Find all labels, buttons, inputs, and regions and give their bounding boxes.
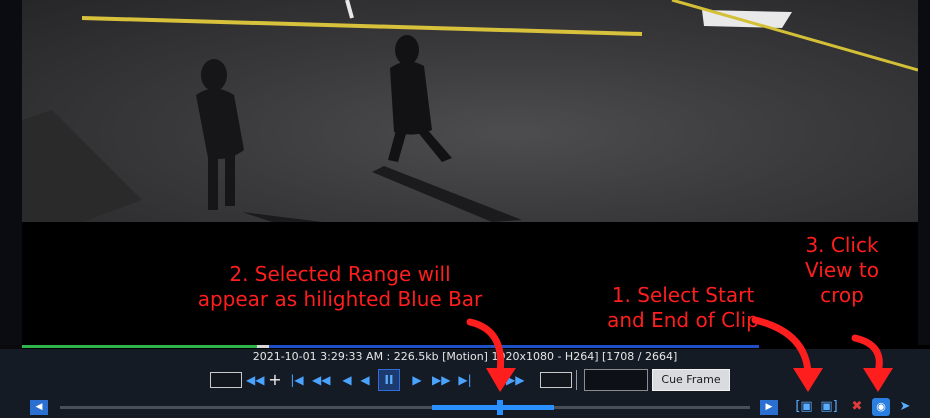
- yellow-curb-line: [671, 0, 918, 72]
- person-left: [196, 59, 244, 210]
- annotation-line: 1. Select Start: [611, 283, 755, 307]
- annotation-line: 2. Selected Range will: [229, 262, 451, 286]
- fast-forward-icon[interactable]: ▶▶: [432, 369, 450, 391]
- timeline-forward-button[interactable]: ▶: [760, 400, 778, 415]
- fast-rewind-icon[interactable]: ◀◀: [312, 369, 330, 391]
- annotation-line: appear as hilighted Blue Bar: [197, 287, 483, 311]
- left-frame-edge: [0, 0, 22, 345]
- progress-marker: [257, 345, 269, 348]
- forward-icon[interactable]: ▶▶: [506, 369, 524, 391]
- speed-box[interactable]: [210, 372, 242, 388]
- selected-range-bar[interactable]: [432, 405, 554, 410]
- clear-icon[interactable]: ✖: [848, 398, 866, 416]
- control-divider: [576, 370, 577, 390]
- annotation-line: View to: [805, 258, 879, 282]
- skip-start-icon[interactable]: |◀: [288, 369, 306, 391]
- rewind-icon[interactable]: ◀◀: [246, 369, 264, 391]
- chevron-left-icon: ◀: [35, 402, 43, 412]
- playback-controls-panel: 2021-10-01 3:29:33 AM : 226.5kb [Motion]…: [0, 349, 930, 418]
- cue-frame-input[interactable]: [584, 369, 648, 391]
- progress-buffered-segment: [269, 345, 759, 348]
- annotation-select-clip: 1. Select Start and End of Clip: [578, 283, 788, 333]
- annotation-line: crop: [820, 283, 864, 307]
- chevron-right-icon: ▶: [765, 402, 773, 412]
- yellow-road-line: [81, 16, 643, 36]
- frame-status-text: 2021-10-01 3:29:33 AM : 226.5kb [Motion]…: [252, 350, 678, 363]
- clip-start-icon[interactable]: [▣: [795, 398, 813, 416]
- pause-icon: II: [384, 373, 394, 387]
- eye-icon[interactable]: ◉: [872, 398, 890, 416]
- shadow-left: [242, 212, 322, 222]
- timeline-back-button[interactable]: ◀: [30, 400, 48, 415]
- progress-played-segment: [22, 345, 257, 348]
- annotation-line: 3. Click: [805, 233, 879, 257]
- annotation-click-view: 3. Click View to crop: [782, 233, 902, 308]
- pause-button[interactable]: II: [378, 369, 400, 391]
- plus-icon[interactable]: +: [266, 369, 284, 391]
- end-box[interactable]: [540, 372, 572, 388]
- timeline-track[interactable]: [60, 400, 750, 415]
- step-back-icon[interactable]: ◀: [338, 369, 356, 391]
- skip-end-icon[interactable]: ▶|: [456, 369, 474, 391]
- step-back-frame-icon[interactable]: ◀: [356, 369, 374, 391]
- clip-end-icon[interactable]: ▣]: [820, 398, 838, 416]
- white-road-mark: [345, 0, 354, 19]
- video-player-window: 2. Selected Range will appear as hilight…: [0, 0, 930, 418]
- surveillance-scene-image: [22, 0, 918, 222]
- timeline-row: ◀ ▶ [▣ ▣] ✖ ◉ ➤: [0, 397, 930, 418]
- right-frame-edge: [918, 0, 930, 345]
- shadow-right: [372, 166, 522, 222]
- cue-frame-button[interactable]: Cue Frame: [652, 369, 730, 391]
- annotation-selected-range: 2. Selected Range will appear as hilight…: [130, 262, 550, 312]
- play-icon[interactable]: ▶: [408, 369, 426, 391]
- person-right: [388, 35, 452, 162]
- video-frame[interactable]: [22, 0, 918, 222]
- export-icon[interactable]: ➤: [896, 398, 914, 416]
- sidewalk-shadow: [22, 110, 142, 222]
- timeline-playhead[interactable]: [497, 400, 503, 415]
- annotation-line: and End of Clip: [607, 308, 759, 332]
